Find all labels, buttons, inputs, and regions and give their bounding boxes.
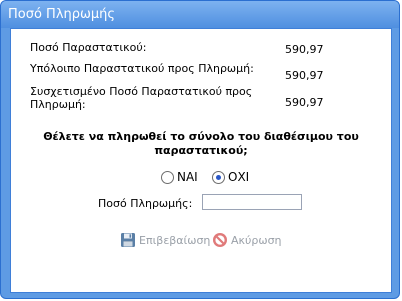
- yes-radio-label[interactable]: ΝΑΙ: [177, 170, 198, 184]
- no-entry-icon: [213, 233, 227, 247]
- question-line2: παραστατικού;: [154, 144, 248, 157]
- document-amount-value: 590,97: [285, 43, 324, 56]
- payment-dialog: Ποσό Πληρωμής Ποσό Παραστατικού: 590,97 …: [0, 0, 400, 299]
- question-line1: Θέλετε να πληρωθεί το σύνολο του διαθέσι…: [43, 130, 359, 143]
- document-amount-label: Ποσό Παραστατικού:: [30, 41, 147, 54]
- confirm-button[interactable]: Επιβεβαίωση: [120, 231, 210, 249]
- cancel-button[interactable]: Ακύρωση: [212, 231, 282, 249]
- yes-radio[interactable]: [161, 171, 174, 184]
- full-payment-question: Θέλετε να πληρωθεί το σύνολο του διαθέσι…: [31, 130, 371, 158]
- radio-selected-dot: [216, 175, 221, 180]
- dialog-titlebar[interactable]: Ποσό Πληρωμής: [1, 1, 399, 28]
- remaining-amount-label: Υπόλοιπο Παραστατικού προς Πληρωμή:: [30, 62, 254, 75]
- related-amount-label-line2: Πληρωμή:: [30, 98, 86, 111]
- dialog-content: Ποσό Παραστατικού: 590,97 Υπόλοιπο Παρασ…: [10, 28, 392, 293]
- payment-amount-label: Ποσό Πληρωμής:: [98, 197, 193, 210]
- related-amount-label: Συσχετισμένο Ποσό Παραστατικού προς Πληρ…: [30, 85, 252, 111]
- cancel-button-label: Ακύρωση: [231, 233, 282, 247]
- related-amount-label-line1: Συσχετισμένο Ποσό Παραστατικού προς: [30, 85, 253, 98]
- floppy-disk-icon: [121, 233, 135, 247]
- no-radio-label[interactable]: ΟΧΙ: [228, 170, 249, 184]
- no-radio[interactable]: [212, 171, 225, 184]
- confirm-button-label: Επιβεβαίωση: [139, 233, 211, 247]
- dialog-title: Ποσό Πληρωμής: [8, 7, 116, 22]
- payment-amount-input[interactable]: [202, 194, 302, 210]
- related-amount-value: 590,97: [285, 96, 324, 109]
- remaining-amount-value: 590,97: [285, 69, 324, 82]
